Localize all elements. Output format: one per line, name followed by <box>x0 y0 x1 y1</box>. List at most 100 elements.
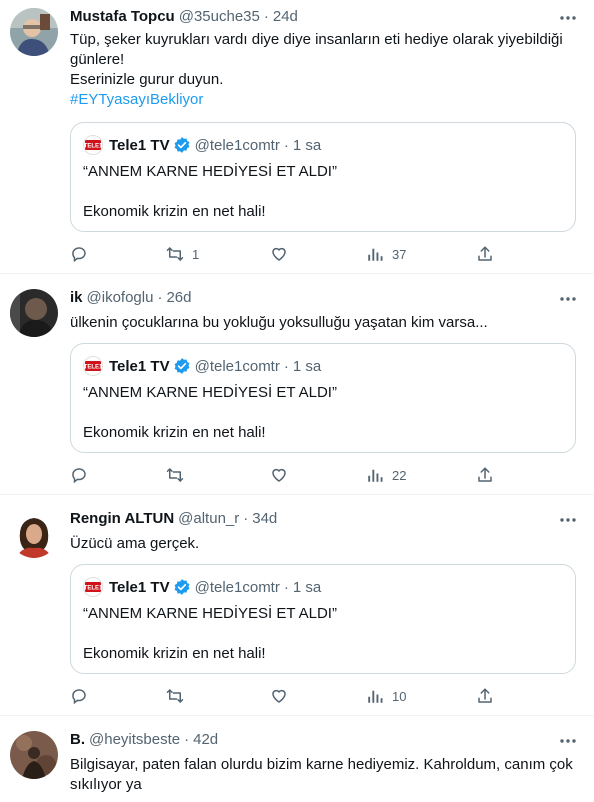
avatar[interactable] <box>10 289 58 337</box>
avatar[interactable] <box>10 510 58 558</box>
retweet-button[interactable]: 1 <box>158 237 199 271</box>
more-dots-icon[interactable] <box>558 731 578 751</box>
tweet-header: B. @heyitsbeste · 42d <box>70 731 218 751</box>
tweet-header: Rengin ALTUN @altun_r · 34d <box>70 510 277 530</box>
svg-text:TELE1: TELE1 <box>85 365 101 371</box>
author-name[interactable]: B. <box>70 731 85 748</box>
quoted-tweet[interactable]: TELE1 Tele1 TV @tele1comtr · 1 sa “ANNEM… <box>70 343 576 453</box>
separator-dot: · <box>243 510 249 527</box>
quoted-tweet-title: “ANNEM KARNE HEDİYESİ ET ALDI” <box>83 384 337 401</box>
view-count: 37 <box>392 246 407 262</box>
tweet[interactable]: Rengin ALTUN @altun_r · 34d Üzücü ama ge… <box>0 496 594 716</box>
tele1-logo: TELE1 <box>83 577 103 597</box>
views-button[interactable]: 10 <box>358 679 406 713</box>
more-dots-icon[interactable] <box>558 510 578 530</box>
quoted-tweet-body: Ekonomik krizin en net hali! <box>83 424 266 441</box>
verified-badge-icon <box>173 136 191 154</box>
tweet-time[interactable]: 42d <box>193 731 218 748</box>
tweet-text: Bilgisayar, paten falan olurdu bizim kar… <box>70 755 574 795</box>
like-icon <box>262 679 296 713</box>
quoted-tweet[interactable]: TELE1 Tele1 TV @tele1comtr · 1 sa “ANNEM… <box>70 564 576 674</box>
quoted-tweet-time[interactable]: 1 sa <box>293 358 321 375</box>
tele1-logo: TELE1 <box>83 356 103 376</box>
quoted-tweet[interactable]: TELE1 Tele1 TV @tele1comtr · 1 sa “ANNEM… <box>70 122 576 232</box>
timeline-feed: Mustafa Topcu @35uche35 · 24d Tüp, şeker… <box>0 0 594 802</box>
tweet[interactable]: ik @ikofoglu · 26d ülkenin çocuklarına b… <box>0 275 594 495</box>
tweet-text: ülkenin çocuklarına bu yokluğu yoksulluğ… <box>70 313 574 333</box>
like-button[interactable] <box>262 458 296 492</box>
author-handle[interactable]: @altun_r <box>178 510 239 527</box>
separator-dot: · <box>184 731 190 748</box>
retweet-button[interactable] <box>158 458 192 492</box>
tweet-text: Üzücü ama gerçek. <box>70 534 574 554</box>
tweet-header: ik @ikofoglu · 26d <box>70 289 191 309</box>
tweet-actions: 10 <box>62 679 502 713</box>
author-handle[interactable]: @heyitsbeste <box>89 731 180 748</box>
quoted-tweet-header: TELE1 Tele1 TV @tele1comtr · 1 sa <box>83 577 321 597</box>
tele1-logo: TELE1 <box>83 135 103 155</box>
tweet-actions: 22 <box>62 458 502 492</box>
quoted-author-name[interactable]: Tele1 TV <box>109 358 170 375</box>
more-dots-icon[interactable] <box>558 289 578 309</box>
hashtag-link[interactable]: #EYTyasayıBekliyor <box>70 90 574 110</box>
author-name[interactable]: ik <box>70 289 83 306</box>
tweet-time[interactable]: 24d <box>273 8 298 25</box>
quoted-tweet-time[interactable]: 1 sa <box>293 579 321 596</box>
quoted-author-name[interactable]: Tele1 TV <box>109 579 170 596</box>
author-name[interactable]: Mustafa Topcu <box>70 8 175 25</box>
verified-badge-icon <box>173 357 191 375</box>
tweet-text-line: ülkenin çocuklarına bu yokluğu yoksulluğ… <box>70 314 488 331</box>
like-icon <box>262 237 296 271</box>
quoted-tweet-header: TELE1 Tele1 TV @tele1comtr · 1 sa <box>83 135 321 155</box>
views-button[interactable]: 37 <box>358 237 406 271</box>
retweet-count: 1 <box>192 246 200 262</box>
more-dots-icon[interactable] <box>558 8 578 28</box>
svg-text:TELE1: TELE1 <box>85 144 101 150</box>
avatar[interactable] <box>10 8 58 56</box>
views-button[interactable]: 22 <box>358 458 406 492</box>
avatar[interactable] <box>10 731 58 779</box>
like-icon <box>262 458 296 492</box>
quoted-tweet-title: “ANNEM KARNE HEDİYESİ ET ALDI” <box>83 163 337 180</box>
author-handle[interactable]: @ikofoglu <box>87 289 154 306</box>
author-name[interactable]: Rengin ALTUN <box>70 510 174 527</box>
like-button[interactable] <box>262 237 296 271</box>
quoted-tweet-title: “ANNEM KARNE HEDİYESİ ET ALDI” <box>83 605 337 622</box>
views-icon <box>358 237 392 271</box>
quoted-tweet-body: Ekonomik krizin en net hali! <box>83 203 266 220</box>
share-button[interactable] <box>468 458 502 492</box>
reply-icon <box>62 679 96 713</box>
tweet-text-line: sıkılıyor ya <box>70 776 142 793</box>
tweet-time[interactable]: 34d <box>252 510 277 527</box>
tweet-text-line: Bilgisayar, paten falan olurdu bizim kar… <box>70 756 573 773</box>
tweet[interactable]: Mustafa Topcu @35uche35 · 24d Tüp, şeker… <box>0 0 594 274</box>
quoted-author-name[interactable]: Tele1 TV <box>109 137 170 154</box>
quoted-author-handle[interactable]: @tele1comtr <box>195 579 280 596</box>
reply-button[interactable] <box>62 237 96 271</box>
reply-button[interactable] <box>62 679 96 713</box>
separator-dot: · <box>157 289 163 306</box>
quoted-tweet-body: Ekonomik krizin en net hali! <box>83 645 266 662</box>
quoted-author-handle[interactable]: @tele1comtr <box>195 358 280 375</box>
share-icon <box>468 458 502 492</box>
retweet-button[interactable] <box>158 679 192 713</box>
quoted-tweet-time[interactable]: 1 sa <box>293 137 321 154</box>
svg-text:TELE1: TELE1 <box>85 586 101 592</box>
quoted-tweet-header: TELE1 Tele1 TV @tele1comtr · 1 sa <box>83 356 321 376</box>
tweet[interactable]: B. @heyitsbeste · 42d Bilgisayar, paten … <box>0 717 594 802</box>
quoted-author-handle[interactable]: @tele1comtr <box>195 137 280 154</box>
separator-dot: · <box>283 136 289 154</box>
share-button[interactable] <box>468 679 502 713</box>
share-button[interactable] <box>468 237 502 271</box>
author-handle[interactable]: @35uche35 <box>179 8 260 25</box>
tweet-text: Tüp, şeker kuyrukları vardı diye diye in… <box>70 30 574 110</box>
tweet-time[interactable]: 26d <box>166 289 191 306</box>
reply-button[interactable] <box>62 458 96 492</box>
verified-badge-icon <box>173 578 191 596</box>
like-button[interactable] <box>262 679 296 713</box>
share-icon <box>468 679 502 713</box>
tweet-text-line: günlere! <box>70 51 125 68</box>
view-count: 10 <box>392 688 407 704</box>
views-icon <box>358 458 392 492</box>
retweet-icon <box>158 679 192 713</box>
